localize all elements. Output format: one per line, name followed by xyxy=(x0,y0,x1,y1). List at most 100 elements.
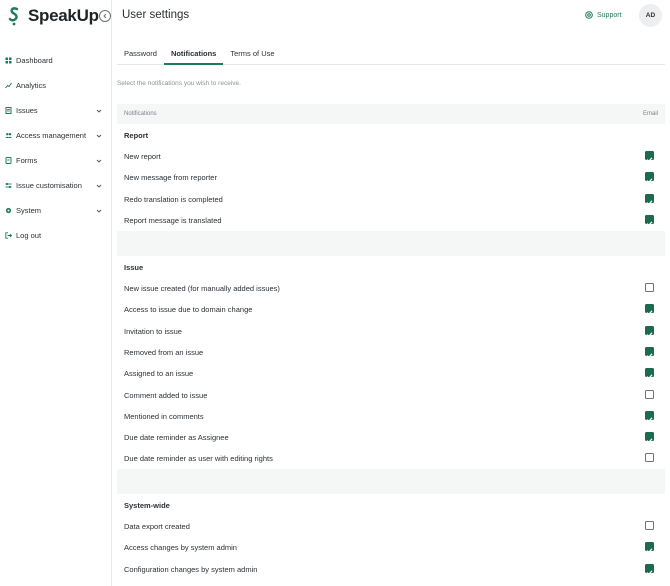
email-checkbox[interactable] xyxy=(645,151,654,163)
checkmark-icon xyxy=(646,157,653,163)
section-title: System-wide xyxy=(124,501,170,510)
section-spacer xyxy=(117,469,665,494)
notification-row: Access changes by system admin xyxy=(117,537,665,558)
notification-label: Data export created xyxy=(124,522,190,531)
checkmark-icon xyxy=(646,353,653,359)
sidebar-item-label: Forms xyxy=(16,156,38,165)
notification-row: Due date reminder as user with editing r… xyxy=(117,448,665,469)
notification-label: Access to issue due to domain change xyxy=(124,305,253,315)
notification-section-system-wide: System-wide Data export created Access cha… xyxy=(117,494,665,580)
notification-row: Data export created xyxy=(117,516,665,537)
sidebar-item-issues[interactable]: Issues xyxy=(0,98,111,123)
sidebar-item-forms[interactable]: Forms xyxy=(0,148,111,173)
email-checkbox[interactable] xyxy=(645,304,654,316)
notification-label: Redo translation is completed xyxy=(124,194,223,204)
notification-label: Configuration changes by system admin xyxy=(124,564,258,574)
checkmark-icon xyxy=(646,417,653,422)
notification-label: Assigned to an issue xyxy=(124,369,194,379)
notifications-hint: Select the notifications you wish to rec… xyxy=(117,80,241,87)
settings-tabs: Password Notifications Terms of Use xyxy=(117,43,665,65)
email-checkbox[interactable] xyxy=(645,368,654,380)
collapse-sidebar-button[interactable] xyxy=(99,10,111,22)
column-email: Email xyxy=(642,111,658,117)
sidebar-item-label: System xyxy=(16,206,42,215)
chevron-down-icon xyxy=(96,134,102,138)
checkmark-icon xyxy=(646,310,653,316)
notification-label: New message from reporter xyxy=(124,173,217,183)
sidebar-item-log-out[interactable]: Log out xyxy=(0,223,111,248)
document-icon xyxy=(5,107,12,114)
tab-terms-of-use[interactable]: Terms of Use xyxy=(223,43,281,65)
avatar[interactable]: AD xyxy=(639,4,662,27)
support-link[interactable]: Support xyxy=(585,11,622,19)
sidebar-item-label: Analytics xyxy=(16,81,47,90)
sidebar-item-system[interactable]: System xyxy=(0,198,111,223)
section-title: Report xyxy=(124,131,149,140)
users-icon xyxy=(5,133,12,138)
notification-row: Mentioned in comments xyxy=(117,406,665,427)
sidebar-item-label: Issue customisation xyxy=(16,181,82,190)
checkmark-icon xyxy=(646,221,653,227)
email-checkbox[interactable] xyxy=(645,193,654,205)
email-checkbox[interactable] xyxy=(645,453,654,463)
email-checkbox[interactable] xyxy=(645,389,654,399)
support-label: Support xyxy=(597,11,622,19)
notification-row: New report xyxy=(117,146,665,167)
notification-row: Report message is translated xyxy=(117,210,665,231)
notification-label: Invitation to issue xyxy=(124,326,182,336)
checkmark-icon xyxy=(646,331,653,337)
section-title: Issue xyxy=(124,263,144,272)
chevron-left-icon xyxy=(103,13,107,19)
notification-row: New issue created (for manually added is… xyxy=(117,278,665,299)
notification-row: Configuration changes by system admin xyxy=(117,559,665,580)
notification-label: Due date reminder as Assignee xyxy=(124,433,229,443)
notification-label: Report message is translated xyxy=(124,215,222,225)
checkmark-icon xyxy=(646,438,653,444)
chart-icon xyxy=(5,82,12,89)
sidebar-item-label: Access management xyxy=(16,131,87,140)
notification-row: Removed from an issue xyxy=(117,342,665,363)
email-checkbox[interactable] xyxy=(645,172,654,184)
notification-label: New issue created (for manually added is… xyxy=(124,284,280,293)
speakup-logo-icon xyxy=(8,7,19,26)
tab-password[interactable]: Password xyxy=(117,43,164,65)
email-checkbox[interactable] xyxy=(645,432,654,444)
brand-logo[interactable]: SpeakUp xyxy=(8,6,99,26)
sidebar-item-label: Issues xyxy=(16,106,38,115)
sidebar-nav: Dashboard Analytics Issues Access managemen… xyxy=(0,48,111,248)
sidebar-item-analytics[interactable]: Analytics xyxy=(0,73,111,98)
section-spacer xyxy=(117,231,665,256)
brand-name: SpeakUp xyxy=(28,6,99,25)
checkmark-icon xyxy=(646,199,653,205)
notification-label: Removed from an issue xyxy=(124,347,204,357)
chevron-down-icon xyxy=(96,184,102,188)
form-icon xyxy=(5,157,12,164)
table-header: Notifications Email xyxy=(117,104,665,124)
notification-label: Access changes by system admin xyxy=(124,543,237,553)
notification-row: Access to issue due to domain change xyxy=(117,299,665,320)
sidebar-item-label: Log out xyxy=(16,231,42,240)
checkmark-icon xyxy=(646,548,653,554)
email-checkbox[interactable] xyxy=(645,563,654,575)
email-checkbox[interactable] xyxy=(645,410,654,422)
chevron-down-icon xyxy=(96,209,102,213)
email-checkbox[interactable] xyxy=(645,521,654,530)
notification-row: Comment added to issue xyxy=(117,385,665,406)
sidebar-item-label: Dashboard xyxy=(16,56,53,65)
notification-row: Assigned to an issue xyxy=(117,363,665,384)
sidebar-item-issue-customisation[interactable]: Issue customisation xyxy=(0,173,111,198)
tab-notifications[interactable]: Notifications xyxy=(163,43,224,65)
notification-label: Mentioned in comments xyxy=(124,411,204,421)
notification-label: Comment added to issue xyxy=(124,390,208,400)
sidebar-item-access-management[interactable]: Access management xyxy=(0,123,111,148)
notification-section-report: Report New report New message from reporte… xyxy=(117,124,665,231)
email-checkbox[interactable] xyxy=(645,283,654,292)
email-checkbox[interactable] xyxy=(645,325,654,337)
sidebar: SpeakUp Dashboard Analytics Issues Access m… xyxy=(0,0,112,586)
sidebar-item-dashboard[interactable]: Dashboard xyxy=(0,48,111,73)
top-bar: User settings Support AD xyxy=(112,0,670,32)
notification-row: Redo translation is completed xyxy=(117,189,665,210)
email-checkbox[interactable] xyxy=(645,542,654,554)
email-checkbox[interactable] xyxy=(645,346,654,359)
email-checkbox[interactable] xyxy=(645,214,654,227)
